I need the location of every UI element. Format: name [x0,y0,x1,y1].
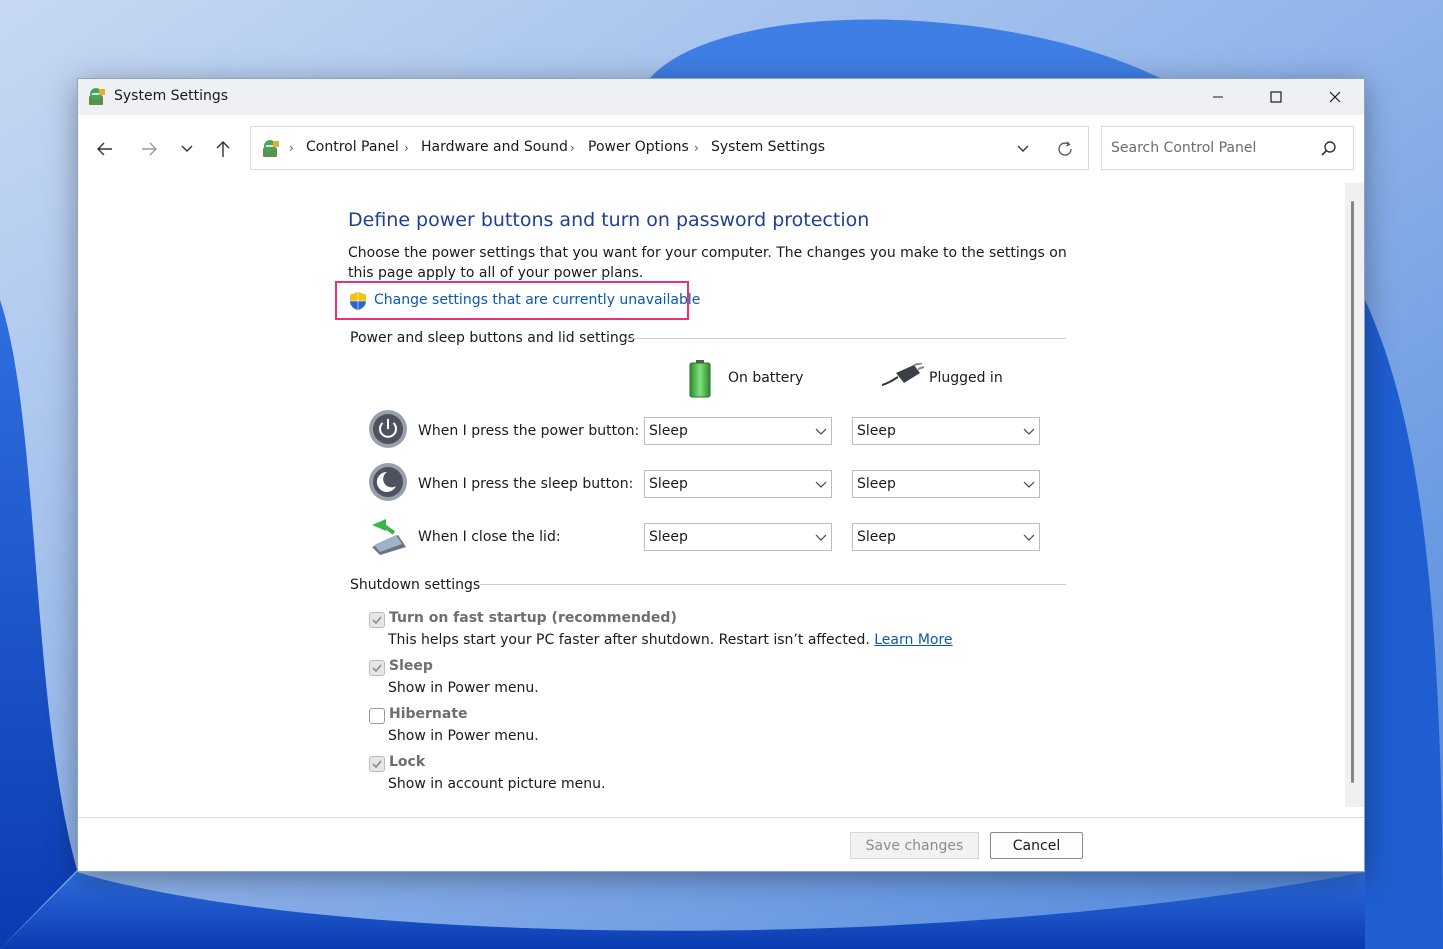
page-description: Choose the power settings that you want … [348,245,1067,281]
select-value: Sleep [649,529,688,545]
scrollbar-thumb[interactable] [1351,201,1354,783]
sleep-option-title: Sleep [389,658,433,674]
recent-locations-button[interactable] [173,136,201,162]
laptop-lid-icon [372,519,406,555]
fast-startup-title: Turn on fast startup (recommended) [389,610,677,626]
plugged-in-column-label: Plugged in [929,370,1003,386]
sleep-button-icon [369,463,407,501]
uac-shield-icon [350,292,366,310]
chevron-down-icon [815,534,827,541]
minimize-button[interactable] [1189,79,1247,115]
control-panel-icon [263,140,279,157]
window-title: System Settings [114,88,229,104]
address-history-button[interactable] [1009,139,1037,159]
title-bar: System Settings [78,79,1364,115]
chevron-down-icon [1023,428,1035,435]
maximize-button[interactable] [1247,79,1305,115]
checkmark-icon [372,664,382,673]
breadcrumb-control-panel[interactable]: Control Panel [306,139,399,155]
forward-arrow-icon [142,142,157,156]
lock-checkbox[interactable] [369,756,385,772]
minimize-icon [1213,96,1223,98]
power-plug-icon [881,363,924,386]
lid-close-plugged-select[interactable]: Sleep [852,523,1040,551]
breadcrumb-system-settings[interactable]: System Settings [711,139,825,155]
maximize-icon [1270,91,1282,103]
vertical-scrollbar[interactable] [1345,183,1364,807]
sleep-button-label: When I press the sleep button: [418,476,634,492]
search-box [1101,126,1354,170]
chevron-down-icon [815,428,827,435]
back-button[interactable] [91,136,119,162]
power-group-title: Power and sleep buttons and lid settings [350,330,641,346]
up-button[interactable] [209,136,237,162]
power-button-label: When I press the power button: [418,423,640,439]
hibernate-option-title: Hibernate [389,706,468,722]
group-divider [480,584,1066,585]
select-value: Sleep [857,476,896,492]
system-settings-window: System Settings › Control Panel › Hardwa… [77,78,1365,872]
select-value: Sleep [857,529,896,545]
fast-startup-desc-text: This helps start your PC faster after sh… [388,632,870,648]
on-battery-column-label: On battery [728,370,804,386]
chevron-down-icon [1023,481,1035,488]
close-button[interactable] [1306,79,1364,115]
checkmark-icon [372,616,382,625]
refresh-button[interactable] [1052,138,1078,160]
fast-startup-checkbox[interactable] [369,612,385,628]
sleep-option-description: Show in Power menu. [388,680,539,696]
select-value: Sleep [857,423,896,439]
chevron-down-icon [815,481,827,488]
sleep-button-battery-select[interactable]: Sleep [644,470,832,498]
breadcrumb-power-options[interactable]: Power Options [588,139,689,155]
breadcrumb-separator-icon: › [404,141,409,155]
lid-close-battery-select[interactable]: Sleep [644,523,832,551]
breadcrumb-separator-icon: › [289,141,294,155]
change-settings-link[interactable]: Change settings that are currently unava… [374,292,700,308]
refresh-icon [1058,141,1072,156]
close-icon [1329,91,1341,103]
search-icon[interactable] [1320,140,1338,158]
fast-startup-description: This helps start your PC faster after sh… [388,632,953,648]
learn-more-link[interactable]: Learn More [874,632,952,648]
page-title: Define power buttons and turn on passwor… [348,209,870,231]
battery-icon [689,360,711,398]
back-arrow-icon [97,142,112,156]
select-value: Sleep [649,476,688,492]
lid-close-label: When I close the lid: [418,529,561,545]
sleep-checkbox[interactable] [369,660,385,676]
breadcrumb-separator-icon: › [570,141,575,155]
chevron-down-icon [1023,534,1035,541]
control-panel-icon [89,88,105,105]
up-arrow-icon [216,141,230,157]
power-button-battery-select[interactable]: Sleep [644,417,832,445]
footer-divider [78,817,1364,818]
hibernate-checkbox[interactable] [369,708,385,724]
chevron-down-icon [181,145,193,152]
cancel-button[interactable]: Cancel [990,832,1083,859]
power-button-plugged-select[interactable]: Sleep [852,417,1040,445]
group-divider [624,338,1066,339]
save-changes-button[interactable]: Save changes [850,832,979,859]
shutdown-group-title: Shutdown settings [350,577,487,593]
hibernate-option-description: Show in Power menu. [388,728,539,744]
chevron-down-icon [1017,145,1029,152]
power-button-icon [369,410,407,448]
breadcrumb-hardware-and-sound[interactable]: Hardware and Sound [421,139,568,155]
lock-option-description: Show in account picture menu. [388,776,606,792]
checkmark-icon [372,760,382,769]
lock-option-title: Lock [389,754,426,770]
forward-button[interactable] [135,136,163,162]
address-bar[interactable]: › Control Panel › Hardware and Sound › P… [250,126,1089,170]
search-input[interactable] [1102,127,1312,169]
sleep-button-plugged-select[interactable]: Sleep [852,470,1040,498]
select-value: Sleep [649,423,688,439]
breadcrumb-separator-icon: › [694,141,699,155]
